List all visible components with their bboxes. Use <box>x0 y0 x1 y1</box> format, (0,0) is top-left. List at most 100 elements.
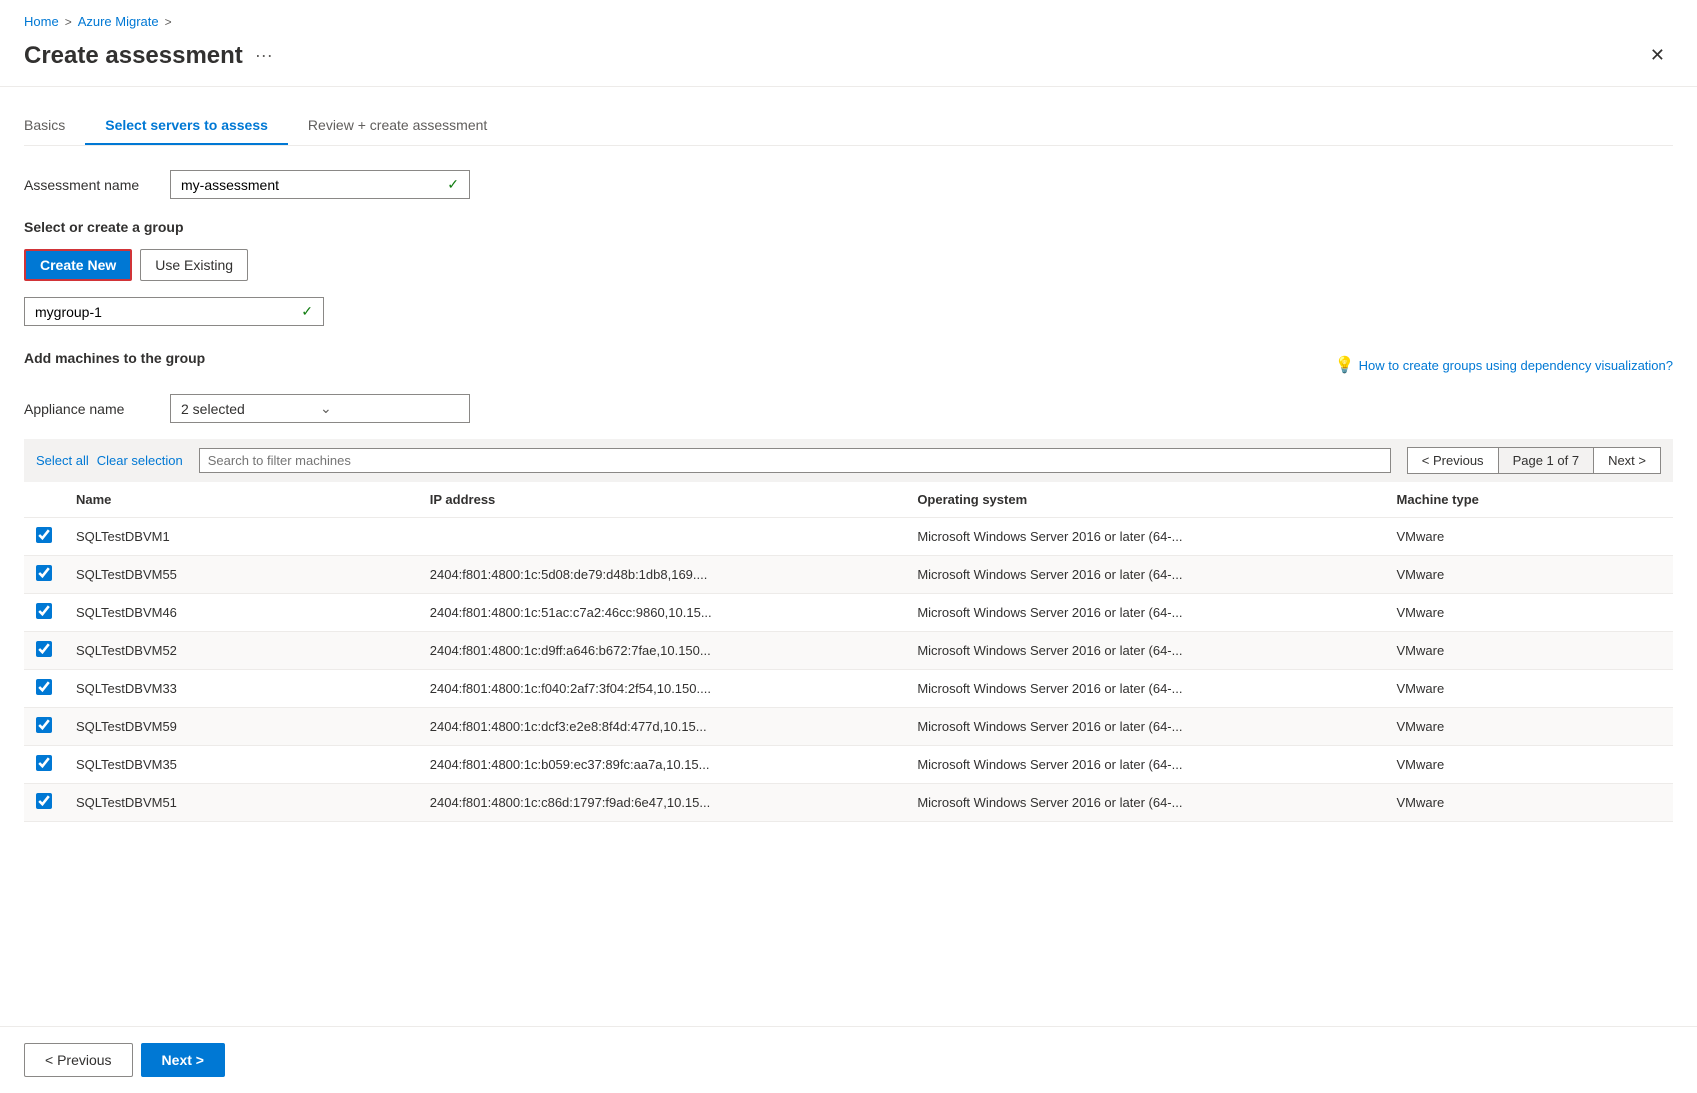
row-name: SQLTestDBVM46 <box>64 594 418 632</box>
row-os: Microsoft Windows Server 2016 or later (… <box>905 518 1384 556</box>
col-checkbox <box>24 482 64 518</box>
table-row: SQLTestDBVM55 2404:f801:4800:1c:5d08:de7… <box>24 556 1673 594</box>
col-ip: IP address <box>418 482 906 518</box>
row-checkbox[interactable] <box>36 527 52 543</box>
table-row: SQLTestDBVM46 2404:f801:4800:1c:51ac:c7a… <box>24 594 1673 632</box>
tab-select-servers[interactable]: Select servers to assess <box>85 107 288 145</box>
row-checkbox[interactable] <box>36 755 52 771</box>
assessment-name-check: ✓ <box>447 176 459 193</box>
table-row: SQLTestDBVM1 Microsoft Windows Server 20… <box>24 518 1673 556</box>
row-checkbox[interactable] <box>36 565 52 581</box>
row-ip: 2404:f801:4800:1c:d9ff:a646:b672:7fae,10… <box>418 632 906 670</box>
assessment-name-row: Assessment name ✓ <box>24 170 1673 199</box>
col-os: Operating system <box>905 482 1384 518</box>
table-toolbar: Select all Clear selection < Previous Pa… <box>24 439 1673 482</box>
appliance-select[interactable]: 2 selected ⌄ <box>170 394 470 423</box>
row-type: VMware <box>1385 784 1673 822</box>
row-checkbox-cell[interactable] <box>24 518 64 556</box>
pagination-controls: < Previous Page 1 of 7 Next > <box>1407 447 1661 474</box>
row-checkbox-cell[interactable] <box>24 746 64 784</box>
row-type: VMware <box>1385 556 1673 594</box>
assessment-name-label: Assessment name <box>24 177 154 193</box>
footer-bar: < Previous Next > <box>0 1026 1697 1093</box>
add-machines-header: Add machines to the group 💡 How to creat… <box>24 350 1673 380</box>
select-all-link[interactable]: Select all <box>36 453 89 468</box>
row-checkbox-cell[interactable] <box>24 670 64 708</box>
row-os: Microsoft Windows Server 2016 or later (… <box>905 556 1384 594</box>
row-name: SQLTestDBVM59 <box>64 708 418 746</box>
group-name-input[interactable] <box>35 304 301 320</box>
row-checkbox-cell[interactable] <box>24 556 64 594</box>
breadcrumb-sep1: > <box>65 15 72 29</box>
row-type: VMware <box>1385 670 1673 708</box>
row-name: SQLTestDBVM35 <box>64 746 418 784</box>
breadcrumb: Home > Azure Migrate > <box>0 0 1697 35</box>
table-row: SQLTestDBVM52 2404:f801:4800:1c:d9ff:a64… <box>24 632 1673 670</box>
help-link[interactable]: 💡 How to create groups using dependency … <box>1335 355 1673 375</box>
clear-selection-link[interactable]: Clear selection <box>97 453 183 468</box>
table-row: SQLTestDBVM35 2404:f801:4800:1c:b059:ec3… <box>24 746 1673 784</box>
row-os: Microsoft Windows Server 2016 or later (… <box>905 784 1384 822</box>
page-ellipsis[interactable]: ··· <box>255 45 273 66</box>
row-checkbox-cell[interactable] <box>24 632 64 670</box>
tab-bar: Basics Select servers to assess Review +… <box>24 107 1673 146</box>
group-name-input-wrapper: ✓ <box>24 297 324 326</box>
machines-table: Name IP address Operating system Machine… <box>24 482 1673 822</box>
row-os: Microsoft Windows Server 2016 or later (… <box>905 746 1384 784</box>
row-os: Microsoft Windows Server 2016 or later (… <box>905 632 1384 670</box>
group-section-title: Select or create a group <box>24 219 1673 235</box>
table-row: SQLTestDBVM51 2404:f801:4800:1c:c86d:179… <box>24 784 1673 822</box>
row-type: VMware <box>1385 746 1673 784</box>
previous-button-footer[interactable]: < Previous <box>24 1043 133 1077</box>
group-name-check: ✓ <box>301 303 313 320</box>
row-checkbox[interactable] <box>36 679 52 695</box>
page-header: Create assessment ··· ✕ <box>0 35 1697 87</box>
row-name: SQLTestDBVM52 <box>64 632 418 670</box>
previous-button-table[interactable]: < Previous <box>1407 447 1499 474</box>
row-ip: 2404:f801:4800:1c:dcf3:e2e8:8f4d:477d,10… <box>418 708 906 746</box>
row-checkbox-cell[interactable] <box>24 708 64 746</box>
row-type: VMware <box>1385 708 1673 746</box>
row-name: SQLTestDBVM55 <box>64 556 418 594</box>
row-checkbox[interactable] <box>36 717 52 733</box>
row-type: VMware <box>1385 518 1673 556</box>
add-machines-section: Add machines to the group 💡 How to creat… <box>24 350 1673 423</box>
tab-basics[interactable]: Basics <box>24 107 85 145</box>
row-ip: 2404:f801:4800:1c:5d08:de79:d48b:1db8,16… <box>418 556 906 594</box>
use-existing-button[interactable]: Use Existing <box>140 249 248 281</box>
table-row: SQLTestDBVM59 2404:f801:4800:1c:dcf3:e2e… <box>24 708 1673 746</box>
bulb-icon: 💡 <box>1335 355 1355 375</box>
row-type: VMware <box>1385 594 1673 632</box>
row-checkbox-cell[interactable] <box>24 594 64 632</box>
close-button[interactable]: ✕ <box>1642 41 1673 70</box>
table-header-row: Name IP address Operating system Machine… <box>24 482 1673 518</box>
row-checkbox[interactable] <box>36 641 52 657</box>
assessment-name-input[interactable] <box>181 177 447 193</box>
appliance-label: Appliance name <box>24 401 154 417</box>
row-checkbox-cell[interactable] <box>24 784 64 822</box>
row-ip: 2404:f801:4800:1c:51ac:c7a2:46cc:9860,10… <box>418 594 906 632</box>
appliance-row: Appliance name 2 selected ⌄ <box>24 394 1673 423</box>
row-name: SQLTestDBVM51 <box>64 784 418 822</box>
next-button-footer[interactable]: Next > <box>141 1043 225 1077</box>
row-ip: 2404:f801:4800:1c:b059:ec37:89fc:aa7a,10… <box>418 746 906 784</box>
search-input[interactable] <box>199 448 1391 473</box>
add-machines-title: Add machines to the group <box>24 350 205 366</box>
row-ip: 2404:f801:4800:1c:f040:2af7:3f04:2f54,10… <box>418 670 906 708</box>
tab-review[interactable]: Review + create assessment <box>288 107 507 145</box>
breadcrumb-home[interactable]: Home <box>24 14 59 29</box>
row-checkbox[interactable] <box>36 793 52 809</box>
assessment-name-input-wrapper: ✓ <box>170 170 470 199</box>
row-name: SQLTestDBVM1 <box>64 518 418 556</box>
row-name: SQLTestDBVM33 <box>64 670 418 708</box>
table-row: SQLTestDBVM33 2404:f801:4800:1c:f040:2af… <box>24 670 1673 708</box>
breadcrumb-azure-migrate[interactable]: Azure Migrate <box>78 14 159 29</box>
next-button-table[interactable]: Next > <box>1593 447 1661 474</box>
create-new-button[interactable]: Create New <box>24 249 132 281</box>
row-checkbox[interactable] <box>36 603 52 619</box>
group-name-row: ✓ <box>24 297 1673 326</box>
help-link-text: How to create groups using dependency vi… <box>1359 358 1673 373</box>
chevron-down-icon: ⌄ <box>320 400 459 417</box>
row-os: Microsoft Windows Server 2016 or later (… <box>905 670 1384 708</box>
page-info: Page 1 of 7 <box>1499 447 1594 474</box>
